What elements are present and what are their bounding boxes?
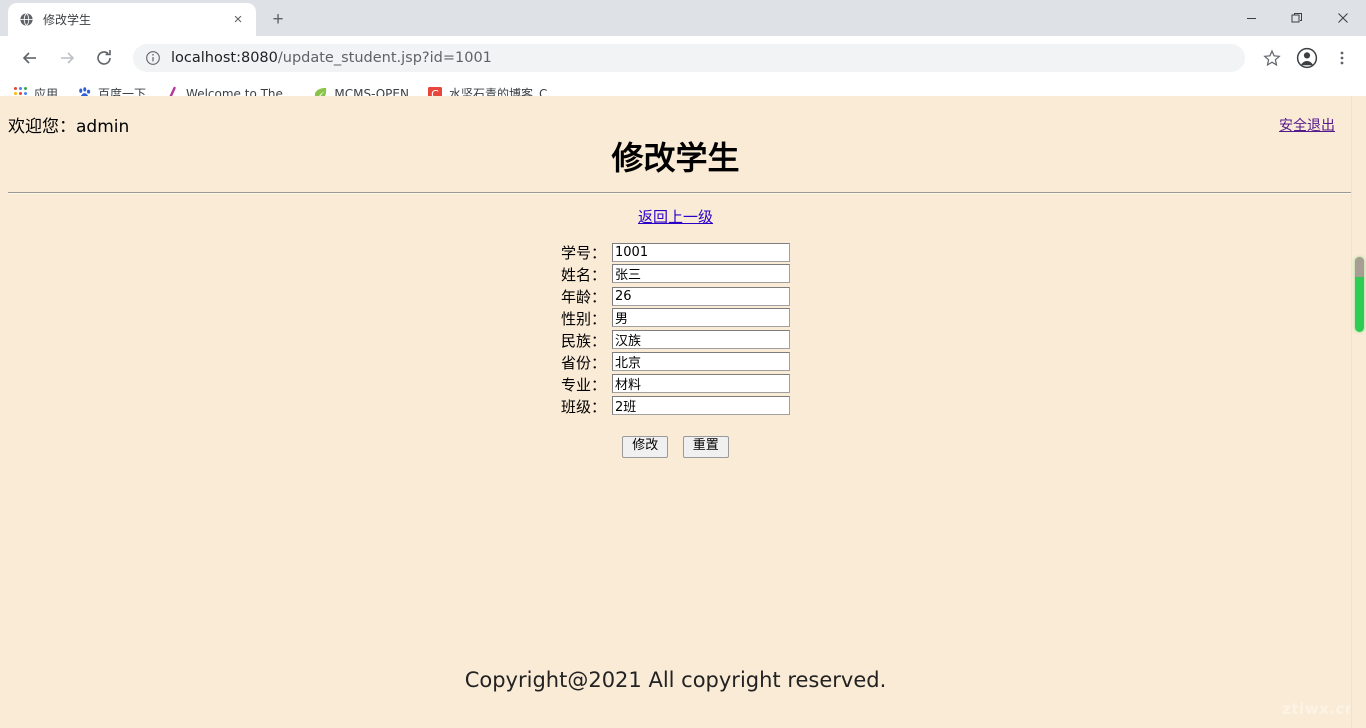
form-buttons: 修改 重置 [561,417,790,458]
label-student-gender: 性别： [560,309,606,328]
label-student-name: 姓名： [560,265,606,284]
minimize-icon[interactable] [1228,0,1274,36]
page-content: 欢迎您：admin 安全退出 修改学生 返回上一级 学号： 姓名： [0,96,1351,728]
browser-window: 修改学生 × + localhost:8080/update_student.j… [0,0,1366,728]
info-circle-icon[interactable] [145,50,161,66]
toolbar-actions [1253,42,1358,74]
label-student-id: 学号： [560,243,606,262]
star-icon[interactable] [1256,42,1288,74]
field-student-gender [612,307,790,329]
globe-icon [18,12,34,28]
page-viewport: 欢迎您：admin 安全退出 修改学生 返回上一级 学号： 姓名： [0,96,1366,728]
scrollbar-thumb-cap [1355,257,1364,277]
reload-icon[interactable] [88,42,120,74]
close-window-icon[interactable] [1320,0,1366,36]
student-name-input[interactable] [612,264,790,283]
avatar-icon[interactable] [1291,42,1323,74]
field-student-class [612,395,790,417]
reset-button[interactable]: 重置 [682,436,729,458]
form-row-buttons: 修改 重置 [561,417,790,458]
new-tab-button[interactable]: + [264,5,292,33]
browser-tab[interactable]: 修改学生 × [8,3,256,36]
form-row-student-id: 学号： [561,241,790,263]
student-form: 学号： 姓名： 年龄： [0,241,1351,458]
scrollbar-thumb[interactable] [1355,257,1364,332]
form-row-student-ethnicity: 民族： [561,329,790,351]
watermark: ztiwx.cn [1282,700,1356,718]
back-link-row: 返回上一级 [0,206,1351,227]
student-province-input[interactable] [612,352,790,371]
page-scrollbar[interactable] [1351,96,1366,728]
browser-toolbar: localhost:8080/update_student.jsp?id=100… [0,36,1366,80]
field-student-id [612,241,790,263]
label-student-class: 班级： [560,397,606,416]
logout-link[interactable]: 安全退出 [1279,115,1335,135]
horizontal-divider [8,192,1351,194]
label-student-major: 专业： [560,375,606,394]
field-student-province [612,351,790,373]
field-student-name [612,263,790,285]
student-ethnicity-input[interactable] [612,330,790,349]
field-student-age [612,285,790,307]
url-path: /update_student.jsp?id=1001 [277,50,492,66]
close-icon[interactable]: × [230,12,246,28]
browser-titlebar: 修改学生 × + [0,0,1366,36]
address-bar[interactable]: localhost:8080/update_student.jsp?id=100… [133,44,1245,72]
form-row-student-gender: 性别： [561,307,790,329]
url-host: localhost:8080 [171,50,278,66]
student-form-table: 学号： 姓名： 年龄： [561,241,790,458]
three-dots-icon[interactable] [1326,42,1358,74]
label-student-age: 年龄： [560,287,606,306]
back-icon[interactable] [14,42,46,74]
forward-icon[interactable] [51,42,83,74]
student-id-input[interactable] [612,242,790,262]
tab-strip: 修改学生 × + [0,0,292,36]
submit-button[interactable]: 修改 [622,436,669,458]
page-title: 修改学生 [611,139,740,177]
form-row-student-class: 班级： [561,395,790,417]
maximize-icon[interactable] [1274,0,1320,36]
student-major-input[interactable] [612,374,790,393]
field-student-major [612,373,790,395]
label-student-ethnicity: 民族： [560,331,606,350]
form-row-student-name: 姓名： [561,263,790,285]
label-student-province: 省份： [560,353,606,372]
form-row-student-age: 年龄： [561,285,790,307]
back-to-parent-link[interactable]: 返回上一级 [638,208,713,226]
page-footer: Copyright@2021 All copyright reserved. [464,668,887,692]
student-age-input[interactable] [612,286,790,306]
form-row-student-province: 省份： [561,351,790,373]
window-controls [1228,0,1366,36]
field-student-ethnicity [612,329,790,351]
address-bar-url: localhost:8080/update_student.jsp?id=100… [171,50,492,66]
student-class-input[interactable] [612,396,790,415]
student-gender-input[interactable] [612,308,790,327]
tab-title: 修改学生 [43,13,92,27]
form-row-student-major: 专业： [561,373,790,395]
